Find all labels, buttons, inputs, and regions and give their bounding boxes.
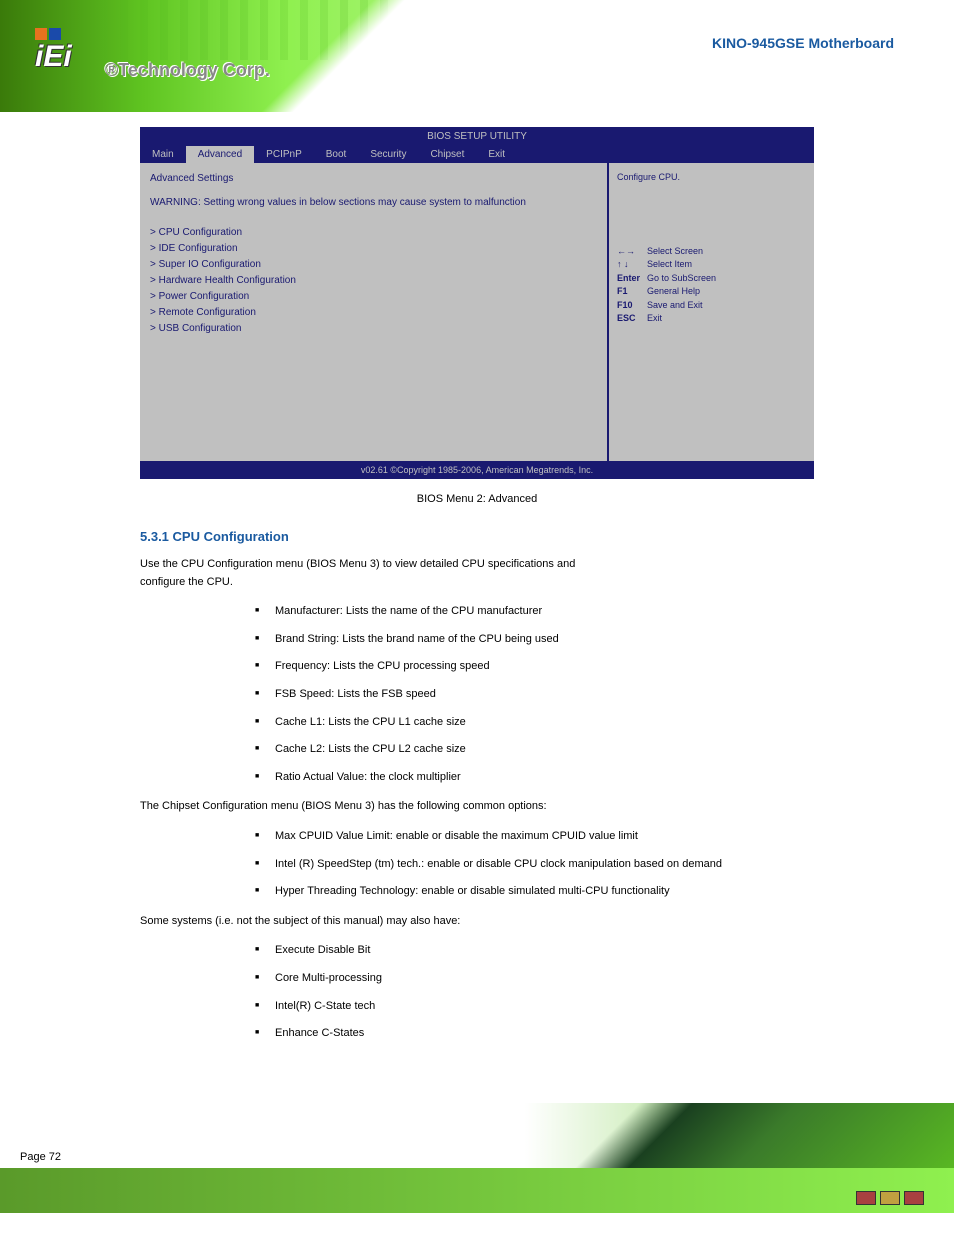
list-item: Manufacturer: Lists the name of the CPU … xyxy=(255,603,814,621)
product-name: KINO-945GSE Motherboard xyxy=(712,35,894,51)
submenu-power[interactable]: > Power Configuration xyxy=(150,289,597,305)
related-intro: Some systems (i.e. not the subject of th… xyxy=(140,913,814,931)
company-name: ®Technology Corp. xyxy=(105,60,270,81)
bios-warning: WARNING: Setting wrong values in below s… xyxy=(150,195,597,211)
tab-main[interactable]: Main xyxy=(140,146,186,163)
list-item: Hyper Threading Technology: enable or di… xyxy=(255,883,814,901)
section-title: 5.3.1 CPU Configuration xyxy=(140,529,814,544)
logo-text: iEi xyxy=(35,40,72,74)
tab-boot[interactable]: Boot xyxy=(314,146,359,163)
list-item: Intel (R) SpeedStep (tm) tech.: enable o… xyxy=(255,856,814,874)
submenu-usb[interactable]: > USB Configuration xyxy=(150,321,597,337)
submenu-remote[interactable]: > Remote Configuration xyxy=(150,305,597,321)
list-item: Ratio Actual Value: the clock multiplier xyxy=(255,769,814,787)
bios-tabs: Main Advanced PCIPnP Boot Security Chips… xyxy=(140,146,814,163)
list-item: Execute Disable Bit xyxy=(255,942,814,960)
chipset-options-list: Max CPUID Value Limit: enable or disable… xyxy=(255,828,814,901)
section-heading: Advanced Settings xyxy=(150,171,597,187)
bios-title: BIOS SETUP UTILITY xyxy=(140,127,814,146)
cpu-info-list: Manufacturer: Lists the name of the CPU … xyxy=(255,603,814,786)
list-item: Cache L2: Lists the CPU L2 cache size xyxy=(255,741,814,759)
bios-copyright: v02.61 ©Copyright 1985-2006, American Me… xyxy=(140,461,814,479)
list-item: Frequency: Lists the CPU processing spee… xyxy=(255,658,814,676)
submenu-hwhealth[interactable]: > Hardware Health Configuration xyxy=(150,273,597,289)
bios-window: BIOS SETUP UTILITY Main Advanced PCIPnP … xyxy=(140,127,814,479)
figure-caption: BIOS Menu 2: Advanced xyxy=(140,493,814,505)
list-item: Enhance C-States xyxy=(255,1025,814,1043)
tab-security[interactable]: Security xyxy=(358,146,418,163)
list-item: Cache L1: Lists the CPU L1 cache size xyxy=(255,714,814,732)
submenu-ide[interactable]: > IDE Configuration xyxy=(150,241,597,257)
tab-advanced[interactable]: Advanced xyxy=(186,146,254,163)
list-item: Intel(R) C-State tech xyxy=(255,998,814,1016)
bios-content: Advanced Settings WARNING: Setting wrong… xyxy=(140,163,607,461)
chipset-intro: The Chipset Configuration menu (BIOS Men… xyxy=(140,798,814,816)
list-item: Core Multi-processing xyxy=(255,970,814,988)
tab-exit[interactable]: Exit xyxy=(476,146,517,163)
tab-pcipnp[interactable]: PCIPnP xyxy=(254,146,314,163)
related-list: Execute Disable Bit Core Multi-processin… xyxy=(255,942,814,1042)
list-item: Brand String: Lists the brand name of th… xyxy=(255,631,814,649)
bios-help: Configure CPU. ←→Select Screen ↑ ↓Select… xyxy=(607,163,814,461)
page-number: Page 72 xyxy=(20,1151,61,1163)
list-item: Max CPUID Value Limit: enable or disable… xyxy=(255,828,814,846)
help-title: Configure CPU. xyxy=(617,171,806,185)
tab-chipset[interactable]: Chipset xyxy=(418,146,476,163)
intro-text: Use the CPU Configuration menu (BIOS Men… xyxy=(140,556,814,591)
list-item: FSB Speed: Lists the FSB speed xyxy=(255,686,814,704)
submenu-cpu[interactable]: > CPU Configuration xyxy=(150,225,597,241)
submenu-superio[interactable]: > Super IO Configuration xyxy=(150,257,597,273)
